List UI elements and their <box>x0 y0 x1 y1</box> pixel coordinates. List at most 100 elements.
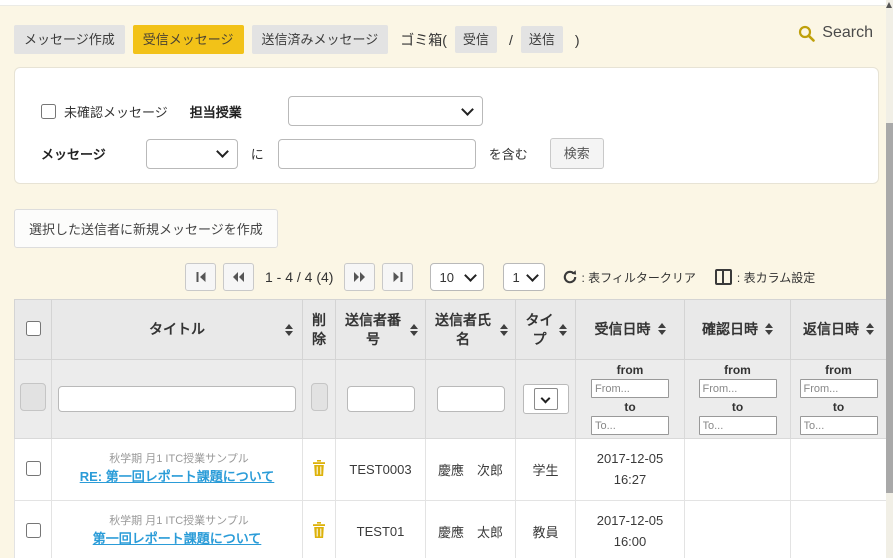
nav-first-icon <box>195 272 207 282</box>
column-header-sender-no[interactable]: 送信者番号 <box>336 300 426 360</box>
trash-icon <box>312 460 326 476</box>
column-header-label: 送信者氏名 <box>433 311 493 349</box>
first-page-button[interactable] <box>185 263 216 291</box>
unconfirmed-checkbox[interactable] <box>41 104 56 119</box>
message-row: 秋学期 月1 ITC授業サンプル RE: 第一回レポート課題について TEST0… <box>15 439 887 501</box>
chevron-down-icon <box>465 269 478 282</box>
tab-inbox-messages[interactable]: 受信メッセージ <box>133 25 244 54</box>
clear-table-filter-button[interactable]: : 表フィルタークリア <box>562 269 695 286</box>
chevron-down-icon <box>534 388 558 410</box>
confirmed-cell <box>685 439 791 501</box>
column-header-received[interactable]: 受信日時 <box>576 300 685 360</box>
prev-page-button[interactable] <box>223 263 254 291</box>
column-header-replied[interactable]: 返信日時 <box>791 300 887 360</box>
sort-icon <box>559 324 567 336</box>
scrollbar-up-arrow-icon[interactable] <box>886 2 892 8</box>
received-filter-cell: from to <box>576 360 685 439</box>
type-cell: 学生 <box>516 439 576 501</box>
message-label: メッセージ <box>41 144 106 163</box>
sort-icon <box>765 323 773 335</box>
last-page-button[interactable] <box>382 263 413 291</box>
particle-ni-label: に <box>251 144 264 163</box>
from-label: from <box>724 363 751 377</box>
type-filter-cell <box>516 360 576 439</box>
received-date: 2017-12-05 <box>597 451 664 466</box>
course-select[interactable] <box>288 96 483 126</box>
column-header-type[interactable]: タイプ <box>516 300 576 360</box>
course-label: 担当授業 <box>190 102 242 121</box>
received-to-input[interactable] <box>591 416 669 435</box>
sender-no-filter-cell <box>336 360 426 439</box>
page-size-select[interactable]: 10 <box>430 263 484 291</box>
sender-no-cell: TEST01 <box>336 501 426 558</box>
tab-sent-messages[interactable]: 送信済みメッセージ <box>252 25 389 54</box>
compose-to-selected-button[interactable]: 選択した送信者に新規メッセージを作成 <box>14 209 278 248</box>
sender-no-cell: TEST0003 <box>336 439 426 501</box>
replied-to-input[interactable] <box>800 416 878 435</box>
scrollbar-thumb[interactable] <box>886 123 893 493</box>
next-page-button[interactable] <box>344 263 375 291</box>
trash-sent-button[interactable]: 送信 <box>521 26 563 53</box>
replied-cell <box>791 501 887 558</box>
from-label: from <box>617 363 644 377</box>
confirmed-to-input[interactable] <box>699 416 777 435</box>
sender-no-filter-input[interactable] <box>347 386 415 412</box>
type-filter-select[interactable] <box>523 384 569 414</box>
column-header-label: 受信日時 <box>595 320 651 339</box>
delete-message-button[interactable] <box>310 520 328 543</box>
pagination-range: 1 - 4 / 4 (4) <box>265 269 333 285</box>
clear-table-filter-label: : 表フィルタークリア <box>581 269 695 286</box>
pagination-bar: 1 - 4 / 4 (4) 10 1 : 表フィルタークリア <box>185 262 893 292</box>
column-header-sender-name[interactable]: 送信者氏名 <box>426 300 516 360</box>
confirmed-cell <box>685 501 791 558</box>
message-table: タイトル 削除 送信者番号 送信者氏名 タイプ <box>14 299 887 558</box>
vertical-scrollbar[interactable] <box>886 0 893 558</box>
message-title-link[interactable]: 第一回レポート課題について <box>93 531 262 546</box>
delete-message-button[interactable] <box>310 458 328 481</box>
unconfirmed-label: 未確認メッセージ <box>64 102 168 121</box>
replied-from-input[interactable] <box>800 379 878 398</box>
confirmed-filter-cell: from to <box>685 360 791 439</box>
trash-inbox-button[interactable]: 受信 <box>455 26 497 53</box>
trash-group-label: ゴミ箱( <box>400 30 447 50</box>
row-checkbox[interactable] <box>26 523 41 538</box>
sender-name-filter-input[interactable] <box>437 386 505 412</box>
search-icon <box>798 25 815 42</box>
column-header-title[interactable]: タイトル <box>52 300 303 360</box>
confirmed-from-input[interactable] <box>699 379 777 398</box>
contains-label: を含む <box>489 144 528 163</box>
filter-row-keyword: メッセージ に を含む 検索 <box>41 138 878 169</box>
chevron-down-icon <box>461 103 474 116</box>
keyword-input[interactable] <box>278 139 476 169</box>
received-time: 16:00 <box>614 534 647 549</box>
title-filter-input[interactable] <box>58 386 296 412</box>
trash-group-label-close: ) <box>575 32 580 48</box>
sort-icon <box>658 323 666 335</box>
received-cell: 2017-12-05 16:00 <box>576 501 685 558</box>
column-header-label: タイプ <box>525 311 555 349</box>
message-title-link[interactable]: RE: 第一回レポート課題について <box>80 469 275 484</box>
column-header-delete: 削除 <box>303 300 336 360</box>
column-header-label: 確認日時 <box>702 320 758 339</box>
table-filter-row: from to from to from to <box>15 360 887 439</box>
column-config-button[interactable]: : 表カラム設定 <box>715 269 815 286</box>
received-from-input[interactable] <box>591 379 669 398</box>
filter-search-button[interactable]: 検索 <box>550 138 604 169</box>
received-time: 16:27 <box>614 472 647 487</box>
sort-icon <box>866 323 874 335</box>
trash-icon <box>312 522 326 538</box>
page-number-select[interactable]: 1 <box>503 263 545 291</box>
title-filter-cell <box>52 360 303 439</box>
tab-compose-message[interactable]: メッセージ作成 <box>14 25 125 54</box>
global-search-button[interactable]: Search <box>798 24 873 42</box>
row-checkbox[interactable] <box>26 461 41 476</box>
select-all-checkbox[interactable] <box>26 321 41 336</box>
sort-icon <box>285 324 293 336</box>
title-cell: 秋学期 月1 ITC授業サンプル 第一回レポート課題について <box>52 501 303 558</box>
course-label: 秋学期 月1 ITC授業サンプル <box>58 513 300 530</box>
chevron-down-icon <box>526 269 539 282</box>
to-label: to <box>833 400 844 414</box>
page-size-value: 10 <box>439 270 453 285</box>
column-header-confirmed[interactable]: 確認日時 <box>685 300 791 360</box>
message-field-select[interactable] <box>146 139 238 169</box>
